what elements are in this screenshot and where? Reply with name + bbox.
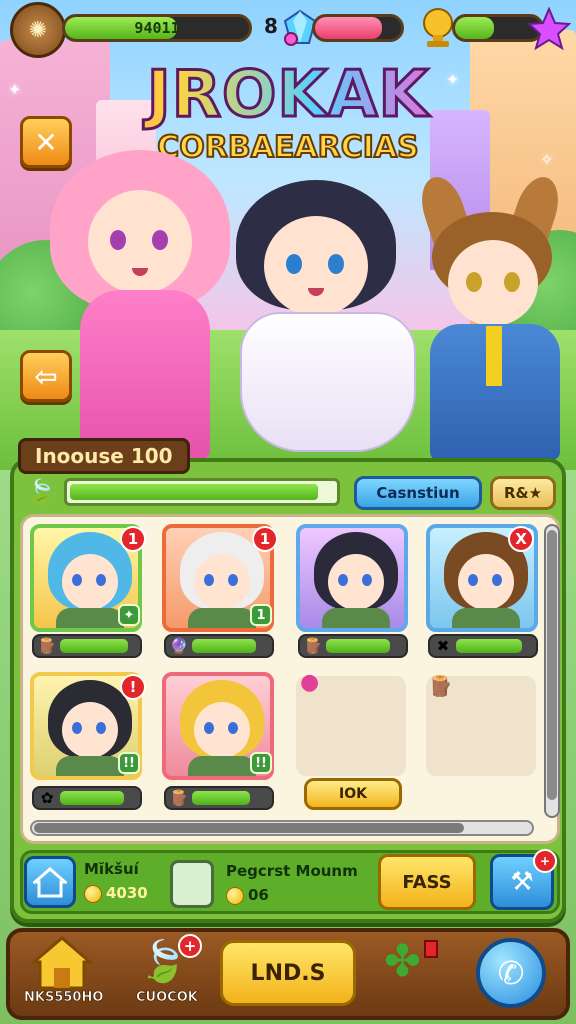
house-icon <box>29 936 95 990</box>
card-4-badge: X <box>508 526 534 552</box>
lands-button[interactable]: LND.S <box>220 940 356 1006</box>
add-badge-icon: + <box>178 934 202 958</box>
tools-icon: ⚒ <box>510 867 534 897</box>
resource2-bar <box>312 14 404 42</box>
pink-creature-icon: ● <box>300 670 320 695</box>
character-pink-girl[interactable] <box>40 150 240 460</box>
pink-dress <box>80 290 210 460</box>
card-6-mini-badge: !! <box>250 752 272 774</box>
yellow-tie <box>486 326 502 386</box>
nav-home-label: NKS550HO <box>24 990 104 1006</box>
card-4-outfit <box>452 608 520 628</box>
leaf-x-icon: ✖ <box>436 637 450 655</box>
player-coins: 4030 <box>84 884 148 903</box>
card-4-eye <box>468 574 478 586</box>
orb-icon: 🔮 <box>169 637 189 655</box>
card-3-eye <box>338 574 348 586</box>
wood-icon: 🪵 <box>303 637 323 655</box>
game-title: JROKAK <box>0 57 576 134</box>
coin-icon <box>226 886 244 905</box>
tools-button[interactable]: ⚒ + <box>490 849 557 910</box>
flower-icon: ✿ <box>40 789 54 807</box>
card-1-outfit <box>56 608 124 628</box>
card-3-progress: 🪵 <box>298 634 408 658</box>
wood-icon: 🪵 <box>37 637 57 655</box>
resource1-value: 94011 <box>134 19 180 37</box>
wood-icon: 🪵 <box>169 789 189 807</box>
card-5-badge: ! <box>120 674 146 700</box>
grid-horizontal-scrollbar[interactable] <box>30 820 534 836</box>
house-button[interactable] <box>24 856 76 908</box>
card-4-face <box>458 554 514 610</box>
card-5-outfit <box>56 756 124 776</box>
tools-alert-icon: + <box>533 849 557 873</box>
fox-boy-face <box>448 240 538 326</box>
card-6-eye <box>228 722 238 734</box>
phone-icon: ✆ <box>497 954 525 992</box>
card-3-outfit <box>322 608 390 628</box>
panel-progress-bar <box>64 478 340 506</box>
card-1-mini-badge: ✦ <box>118 604 140 626</box>
card-2-eye <box>228 574 238 586</box>
resource2-prefix: 8 <box>264 14 278 38</box>
call-button[interactable]: ✆ <box>476 938 546 1008</box>
panel-tag: Inoouse 100 <box>18 438 190 474</box>
card-5-progress: ✿ <box>32 786 142 810</box>
resource1-bar: 94011 <box>62 14 252 42</box>
construction-button[interactable]: Casnstiun <box>354 476 482 510</box>
nav-leaf[interactable]: 🍃 + <box>138 934 202 992</box>
wood-bundle-icon: 🪵 <box>428 674 453 698</box>
house-icon <box>33 867 67 898</box>
slot-ok-button[interactable]: IOK <box>304 778 402 810</box>
card-4-progress: ✖ <box>428 634 538 658</box>
card-5-eye <box>96 722 106 734</box>
character-fox-boy[interactable] <box>410 171 570 466</box>
rate-button[interactable]: R&★ <box>490 476 556 510</box>
dark-hair-girl-face <box>264 216 368 316</box>
card-5-face <box>62 702 118 758</box>
card-6-face <box>194 702 250 758</box>
card-2-eye <box>204 574 214 586</box>
card-6-eye <box>204 722 214 734</box>
character-dark-hair-girl[interactable] <box>220 180 420 470</box>
wood-coin-icon[interactable]: ✺ <box>10 2 66 58</box>
card-3-face <box>328 554 384 610</box>
resource-bar: ✺ 94011 8 <box>0 0 576 64</box>
nav-home[interactable] <box>29 934 95 990</box>
card-3-eye <box>362 574 372 586</box>
star-icon[interactable] <box>526 6 572 52</box>
grid-vertical-scrollbar[interactable] <box>544 524 560 818</box>
flag-icon <box>424 940 438 958</box>
card-4-eye <box>492 574 502 586</box>
pink-girl-face <box>88 190 192 294</box>
leaf-icon: 🍃 <box>26 478 56 506</box>
card-6-outfit <box>188 756 256 776</box>
card-1-eye <box>72 574 82 586</box>
white-dress <box>240 312 416 452</box>
id-card-icon[interactable] <box>170 860 214 908</box>
nav-leaf-label: CUOCOK <box>136 990 198 1006</box>
card-1-face <box>62 554 118 610</box>
coin-icon <box>84 884 102 903</box>
card-5-mini-badge: !! <box>118 752 140 774</box>
card-2-badge: 1 <box>252 526 278 552</box>
card-1-progress: 🪵 <box>32 634 142 658</box>
card-2-mini-badge: 1 <box>250 604 272 626</box>
card-2-outfit <box>188 608 256 628</box>
card-1-eye <box>96 574 106 586</box>
card-2-face <box>194 554 250 610</box>
card-5-eye <box>72 722 82 734</box>
card-2-progress: 🔮 <box>164 634 274 658</box>
maple-leaf-icon: ✤ <box>384 936 421 987</box>
info-description-value: 06 <box>226 886 269 905</box>
nav-maple[interactable]: ✤ <box>384 936 448 1000</box>
card-1-badge: 1 <box>120 526 146 552</box>
info-description: Pegcrst Mounm <box>226 862 358 880</box>
card-6-progress: 🪵 <box>164 786 274 810</box>
player-name: Mĭkšuı́ <box>84 860 139 878</box>
pass-button[interactable]: FASS <box>378 854 476 910</box>
